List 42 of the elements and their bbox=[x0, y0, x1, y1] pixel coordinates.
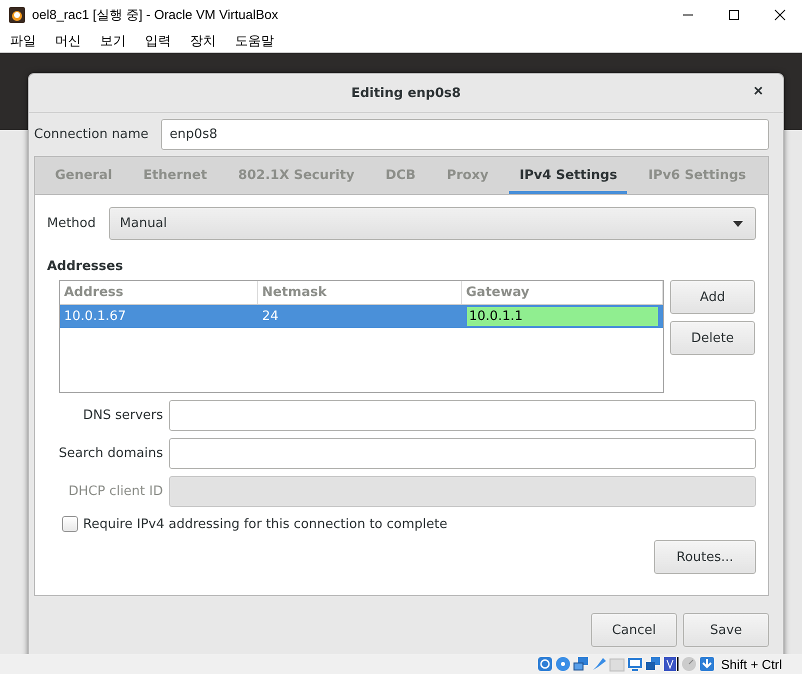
table-row[interactable]: 10.0.1.67 24 10.0.1.1 bbox=[60, 305, 663, 328]
table-button[interactable]: Add bbox=[670, 280, 755, 314]
table-cell-text: 10.0.1.67 bbox=[63, 308, 128, 326]
routes-button[interactable]: Routes... bbox=[654, 540, 756, 574]
window-title: oel8_rac1 [실행 중] - Oracle VM VirtualBox bbox=[32, 6, 280, 24]
connection-name-field[interactable]: enp0s8 bbox=[160, 119, 769, 150]
close-icon[interactable] bbox=[774, 9, 786, 21]
maximize-icon[interactable] bbox=[728, 9, 740, 21]
menu-item[interactable]: 도움말 bbox=[235, 32, 274, 50]
close-button[interactable]: × bbox=[752, 83, 765, 101]
caret-icon bbox=[733, 220, 743, 226]
checkbox[interactable] bbox=[62, 516, 78, 532]
dialog-button[interactable]: Save bbox=[683, 613, 769, 647]
menu-item[interactable]: 입력 bbox=[145, 32, 171, 50]
optical-disc-icon[interactable] bbox=[554, 656, 571, 672]
field-label: Method bbox=[47, 216, 96, 231]
download-icon[interactable] bbox=[698, 656, 715, 672]
input-field[interactable] bbox=[169, 400, 756, 431]
tab[interactable]: IPv4 Settings bbox=[509, 157, 628, 194]
app-icon bbox=[9, 7, 25, 23]
menu-item[interactable]: 보기 bbox=[100, 32, 126, 50]
menu-item[interactable]: 파일 bbox=[10, 32, 36, 50]
display-icon[interactable] bbox=[626, 656, 643, 672]
field-label: DHCP client ID bbox=[67, 484, 163, 499]
table-cell-text: 24 bbox=[261, 308, 280, 326]
input-field[interactable] bbox=[169, 438, 756, 469]
dialog-title: Editing enp0s8 bbox=[351, 86, 461, 100]
checkbox-label: Require IPv4 addressing for this connection to complete bbox=[83, 516, 448, 532]
menu-item[interactable]: 장치 bbox=[190, 32, 216, 50]
host-key-label: Shift + Ctrl bbox=[720, 656, 782, 672]
menu-item[interactable]: 머신 bbox=[55, 32, 81, 50]
network-icon[interactable] bbox=[572, 656, 589, 672]
field-label: Connection name bbox=[34, 127, 149, 142]
dialog-button[interactable]: Cancel bbox=[591, 613, 677, 647]
cell-edit-field[interactable]: 10.0.1.1 bbox=[466, 306, 659, 327]
windows-icon[interactable] bbox=[644, 656, 661, 672]
field-label: Search domains bbox=[58, 446, 163, 461]
field-label: DNS servers bbox=[82, 408, 163, 423]
table-button[interactable]: Delete bbox=[670, 321, 755, 355]
section-title: Addresses bbox=[47, 259, 124, 274]
cpu-icon[interactable] bbox=[662, 656, 679, 672]
method-dropdown[interactable]: Manual bbox=[108, 207, 756, 240]
